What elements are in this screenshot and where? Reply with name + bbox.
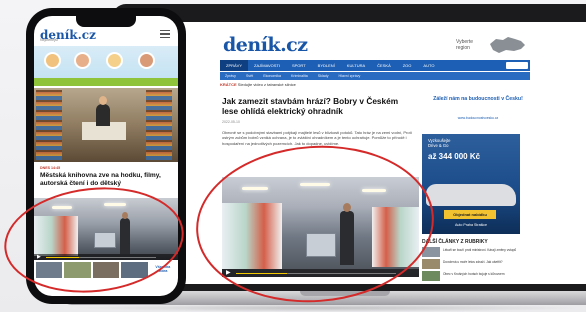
more-article-title: Obec v Krušných horách bojuje s kůrovcem bbox=[443, 272, 505, 276]
ad-cta-button[interactable]: Objednat nabídku bbox=[444, 210, 496, 219]
subnav-item[interactable]: Zprávy bbox=[220, 74, 241, 78]
nav-item[interactable]: KULTURA bbox=[341, 63, 371, 68]
main-navigation: ZPRÁVY ZAJÍMAVOSTI SPORT BYDLENÍ KULTURA… bbox=[220, 60, 530, 71]
more-article-item[interactable]: Obec v Krušných horách bojuje s kůrovcem bbox=[422, 271, 520, 282]
article-thumbnail bbox=[422, 271, 440, 281]
avatar bbox=[106, 52, 123, 69]
more-article-title: Lékaři se bouří proti ministrovi. Kárají… bbox=[443, 248, 517, 252]
ticker-label: KRÁTCE bbox=[220, 82, 237, 87]
library-photo[interactable] bbox=[34, 88, 178, 162]
avatar bbox=[74, 52, 91, 69]
article-timestamp: DNES 14:45 bbox=[40, 166, 61, 170]
subnav-item[interactable]: Ekonomika bbox=[258, 74, 286, 78]
person-head bbox=[99, 96, 107, 105]
nav-item[interactable]: ZOO bbox=[397, 63, 418, 68]
nav-item[interactable]: SPORT bbox=[286, 63, 312, 68]
avatar bbox=[138, 52, 155, 69]
nav-item[interactable]: ČESKÁ bbox=[371, 63, 397, 68]
phone-site-logo[interactable]: deník.cz bbox=[40, 28, 96, 42]
region-label-line2: region bbox=[456, 45, 470, 51]
phone-notch bbox=[76, 16, 136, 27]
article-date: 2022-05-10 bbox=[222, 120, 240, 124]
bookshelf bbox=[36, 90, 62, 160]
car-advertisement[interactable]: Vyzkoušejte Drive & Go až 344 000 Kč Obj… bbox=[422, 134, 520, 234]
ad-headline: Vyzkoušejte Drive & Go bbox=[428, 138, 450, 148]
subnav-item[interactable]: Hlavní zprávy bbox=[334, 74, 366, 78]
news-ticker[interactable]: KRÁTCE Sledujte video z tatranské silnic… bbox=[220, 82, 530, 90]
subnav-item[interactable]: Sklady bbox=[313, 74, 334, 78]
article-thumbnail bbox=[422, 259, 440, 269]
nav-item[interactable]: BYDLENÍ bbox=[312, 63, 341, 68]
ad-price: až 344 000 Kč bbox=[428, 152, 481, 161]
person-figure bbox=[96, 104, 110, 126]
promo-banner[interactable] bbox=[34, 46, 178, 86]
banner-strip bbox=[34, 78, 178, 86]
czech-map-icon[interactable] bbox=[488, 36, 526, 54]
site-header: deník.cz Vyberte region bbox=[126, 22, 586, 60]
avatar bbox=[44, 52, 61, 69]
more-article-title: Dovolená u moře letos zdraží. Jak ušetři… bbox=[443, 260, 503, 264]
nav-item[interactable]: AUTO bbox=[417, 63, 440, 68]
ad-line: Drive & Go bbox=[428, 143, 449, 148]
bookshelf bbox=[146, 90, 172, 160]
ad-dealer: Auto Praha Strašice bbox=[455, 223, 487, 227]
sidebar-promo-title[interactable]: Záleží nám na budoucnosti v Česku! bbox=[430, 96, 526, 103]
region-selector[interactable]: Vyberte region bbox=[456, 39, 473, 51]
subnav-item[interactable]: Kriminalita bbox=[286, 74, 313, 78]
subnav-item[interactable]: Svět bbox=[241, 74, 258, 78]
phone-article-title[interactable]: Městská knihovna zve na hodku, filmy, au… bbox=[40, 172, 172, 187]
car-image bbox=[426, 184, 516, 206]
site-logo[interactable]: deník.cz bbox=[223, 34, 308, 56]
more-articles-heading: DALŠÍ ČLÁNKY Z RUBRIKY bbox=[422, 239, 488, 245]
sub-navigation: Zprávy Svět Ekonomika Kriminalita Sklady… bbox=[220, 72, 530, 80]
more-article-item[interactable]: Dovolená u moře letos zdraží. Jak ušetři… bbox=[422, 259, 520, 270]
article-perex: Obecně se s podobnými stavbami potýkají … bbox=[222, 130, 412, 146]
sidebar-promo-link[interactable]: www.budoucnostvcesku.cz bbox=[430, 116, 526, 120]
ticker-text: Sledujte video z tatranské silnice bbox=[237, 82, 296, 87]
nav-item-zpravy[interactable]: ZPRÁVY bbox=[220, 60, 249, 71]
hamburger-menu-icon[interactable] bbox=[160, 30, 170, 38]
laptop-shadow bbox=[70, 304, 586, 312]
more-article-item[interactable]: Lékaři se bouří proti ministrovi. Kárají… bbox=[422, 247, 520, 258]
nav-item[interactable]: ZAJÍMAVOSTI bbox=[248, 63, 286, 68]
article-title: Jak zamezit stavbám hrází? Bobry v České… bbox=[222, 96, 399, 116]
search-input[interactable] bbox=[506, 62, 528, 69]
